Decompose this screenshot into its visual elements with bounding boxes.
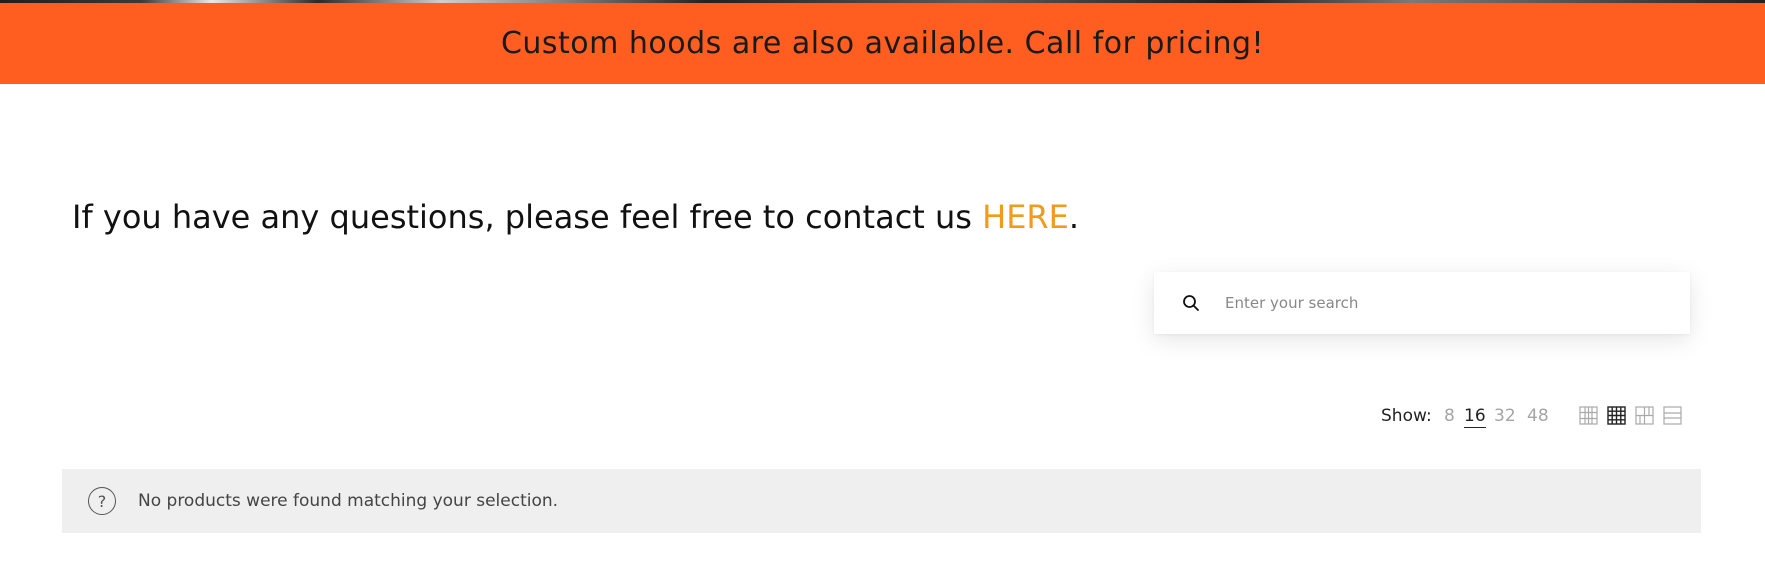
no-products-message: No products were found matching your sel… <box>138 491 559 511</box>
search-input[interactable] <box>1223 282 1667 324</box>
per-page-option-32[interactable]: 32 <box>1494 406 1516 426</box>
shop-toolbar: Show: 8 16 32 48 <box>0 403 1765 429</box>
per-page-option-48[interactable]: 48 <box>1527 406 1549 426</box>
grid-2-columns-icon[interactable] <box>1579 406 1598 425</box>
product-search <box>1154 272 1690 334</box>
question-circle-icon: ? <box>88 487 116 515</box>
promo-banner-text: Custom hoods are also available. Call fo… <box>500 26 1265 61</box>
promo-banner: Custom hoods are also available. Call fo… <box>0 3 1765 84</box>
contact-message-period: . <box>1068 198 1080 236</box>
list-view-icon[interactable] <box>1663 406 1682 425</box>
contact-here-link[interactable]: HERE <box>982 198 1069 236</box>
search-icon[interactable] <box>1181 293 1201 313</box>
grid-3-columns-icon[interactable] <box>1607 406 1626 425</box>
no-products-notice: ? No products were found matching your s… <box>62 469 1701 533</box>
grid-4-columns-icon[interactable] <box>1635 406 1654 425</box>
contact-message: If you have any questions, please feel f… <box>72 198 1079 236</box>
per-page-label: Show: <box>1381 406 1432 426</box>
per-page-option-16[interactable]: 16 <box>1464 406 1486 428</box>
contact-message-text: If you have any questions, please feel f… <box>72 198 983 236</box>
per-page-option-8[interactable]: 8 <box>1444 406 1455 426</box>
